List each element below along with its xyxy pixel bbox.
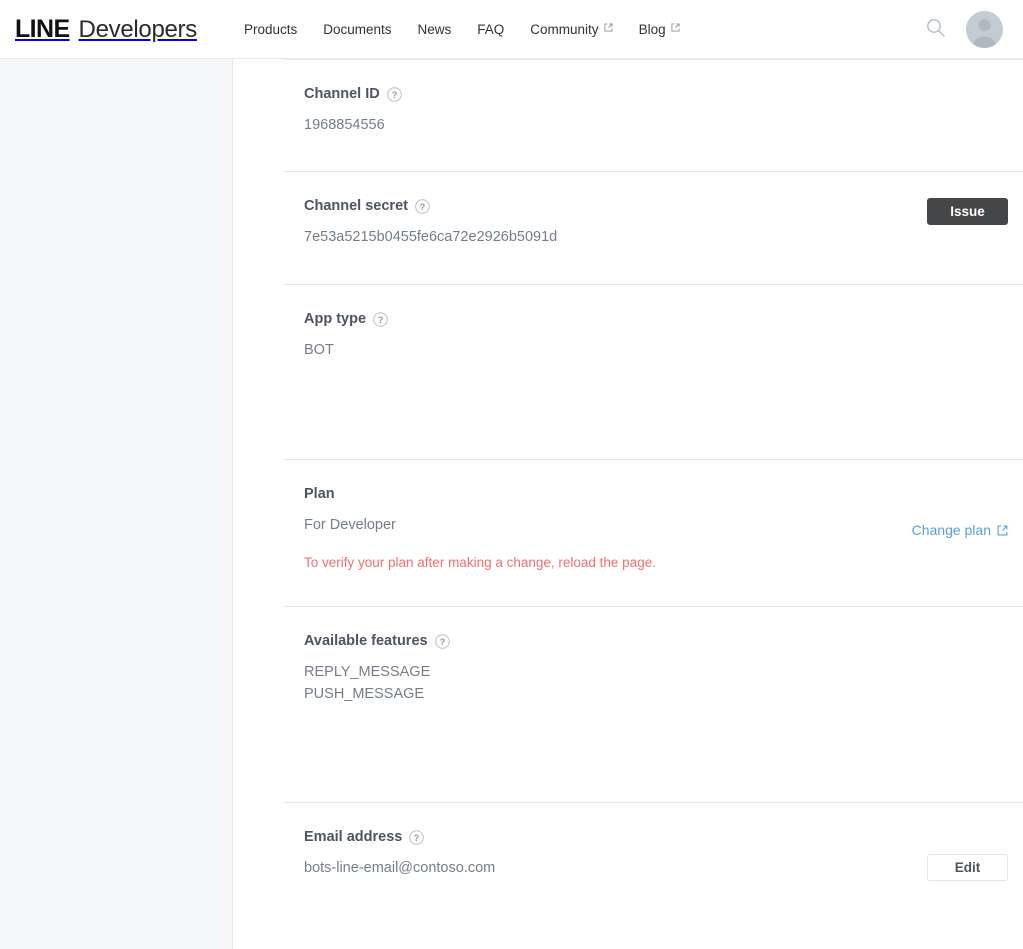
help-icon[interactable]: ? bbox=[373, 312, 388, 327]
section-email-address: Email address ? bots-line-email@contoso.… bbox=[283, 802, 1023, 949]
email-address-label: Email address bbox=[304, 829, 403, 845]
available-features-value: REPLY_MESSAGE PUSH_MESSAGE bbox=[304, 664, 431, 703]
plan-value: For Developer bbox=[304, 517, 396, 534]
header-actions bbox=[922, 10, 1007, 48]
content-area: Channel ID ? 1968854556 Channel secret ?… bbox=[233, 59, 1023, 949]
channel-id-value: 1968854556 bbox=[304, 117, 385, 134]
app-type-label-row: App type ? bbox=[304, 311, 1008, 328]
nav-label: News bbox=[417, 21, 452, 37]
external-link-icon bbox=[671, 22, 680, 32]
change-plan-link[interactable]: Change plan bbox=[912, 522, 1008, 538]
change-plan-label: Change plan bbox=[911, 522, 991, 538]
email-address-value: bots-line-email@contoso.com bbox=[304, 860, 496, 877]
nav-item-documents[interactable]: Documents bbox=[310, 16, 404, 43]
email-address-label-row: Email address ? bbox=[304, 829, 927, 846]
external-link-icon bbox=[997, 525, 1008, 536]
channel-id-label: Channel ID bbox=[304, 86, 380, 102]
help-icon[interactable]: ? bbox=[415, 199, 430, 214]
channel-secret-label-row: Channel secret ? bbox=[304, 198, 927, 215]
nav-label: Documents bbox=[323, 21, 392, 37]
nav-item-news[interactable]: News bbox=[405, 16, 465, 43]
nav-label: Products bbox=[243, 21, 298, 37]
section-channel-id: Channel ID ? 1968854556 bbox=[283, 59, 1023, 171]
svg-text:?: ? bbox=[378, 315, 384, 325]
nav-item-community[interactable]: Community bbox=[517, 16, 625, 43]
section-app-type: App type ? BOT bbox=[283, 284, 1023, 459]
nav-item-faq[interactable]: FAQ bbox=[464, 16, 517, 43]
nav-label: Community bbox=[530, 21, 599, 37]
available-features-label-row: Available features ? bbox=[304, 633, 1008, 650]
main-navigation: Products Documents News FAQ Community Bl… bbox=[231, 16, 693, 43]
section-plan: Plan For Developer To verify your plan a… bbox=[283, 459, 1023, 606]
plan-warning-text: To verify your plan after making a chang… bbox=[304, 555, 656, 571]
channel-settings-list: Channel ID ? 1968854556 Channel secret ?… bbox=[283, 59, 1023, 949]
channel-secret-value: 7e53a5215b0455fe6ca72e2926b5091d bbox=[304, 229, 558, 246]
search-icon bbox=[925, 17, 946, 41]
external-link-icon bbox=[604, 22, 613, 32]
section-channel-secret: Channel secret ? 7e53a5215b0455fe6ca72e2… bbox=[283, 171, 1023, 284]
edit-email-button[interactable]: Edit bbox=[927, 854, 1008, 881]
issue-button[interactable]: Issue bbox=[927, 198, 1008, 225]
svg-text:?: ? bbox=[391, 90, 397, 100]
avatar[interactable] bbox=[966, 10, 1003, 48]
brand-line-text: LINE bbox=[15, 14, 70, 43]
brand-developers-text: Developers bbox=[78, 15, 198, 43]
nav-label: Blog bbox=[638, 21, 666, 37]
available-features-label: Available features bbox=[304, 633, 428, 649]
page-body: Channel ID ? 1968854556 Channel secret ?… bbox=[0, 59, 1023, 949]
nav-item-blog[interactable]: Blog bbox=[626, 16, 693, 43]
app-type-value: BOT bbox=[304, 342, 334, 359]
svg-text:?: ? bbox=[439, 637, 445, 647]
help-icon[interactable]: ? bbox=[409, 830, 425, 845]
section-available-features: Available features ? REPLY_MESSAGE PUSH_… bbox=[283, 606, 1023, 802]
app-type-label: App type bbox=[304, 311, 367, 327]
nav-label: FAQ bbox=[477, 21, 505, 37]
user-avatar-placeholder-icon bbox=[966, 10, 1003, 48]
sidebar bbox=[0, 59, 233, 949]
site-header: LINE Developers Products Documents News … bbox=[0, 0, 1023, 59]
channel-id-label-row: Channel ID ? bbox=[304, 86, 1008, 103]
plan-label-row: Plan bbox=[304, 486, 912, 503]
svg-text:?: ? bbox=[414, 833, 420, 843]
plan-label: Plan bbox=[304, 486, 335, 502]
brand-logo[interactable]: LINE Developers bbox=[15, 14, 198, 43]
svg-text:?: ? bbox=[420, 202, 426, 212]
help-icon[interactable]: ? bbox=[434, 634, 450, 649]
channel-secret-label: Channel secret bbox=[304, 198, 408, 214]
help-icon[interactable]: ? bbox=[386, 87, 402, 102]
nav-item-products[interactable]: Products bbox=[231, 16, 310, 43]
search-button[interactable] bbox=[922, 16, 948, 42]
